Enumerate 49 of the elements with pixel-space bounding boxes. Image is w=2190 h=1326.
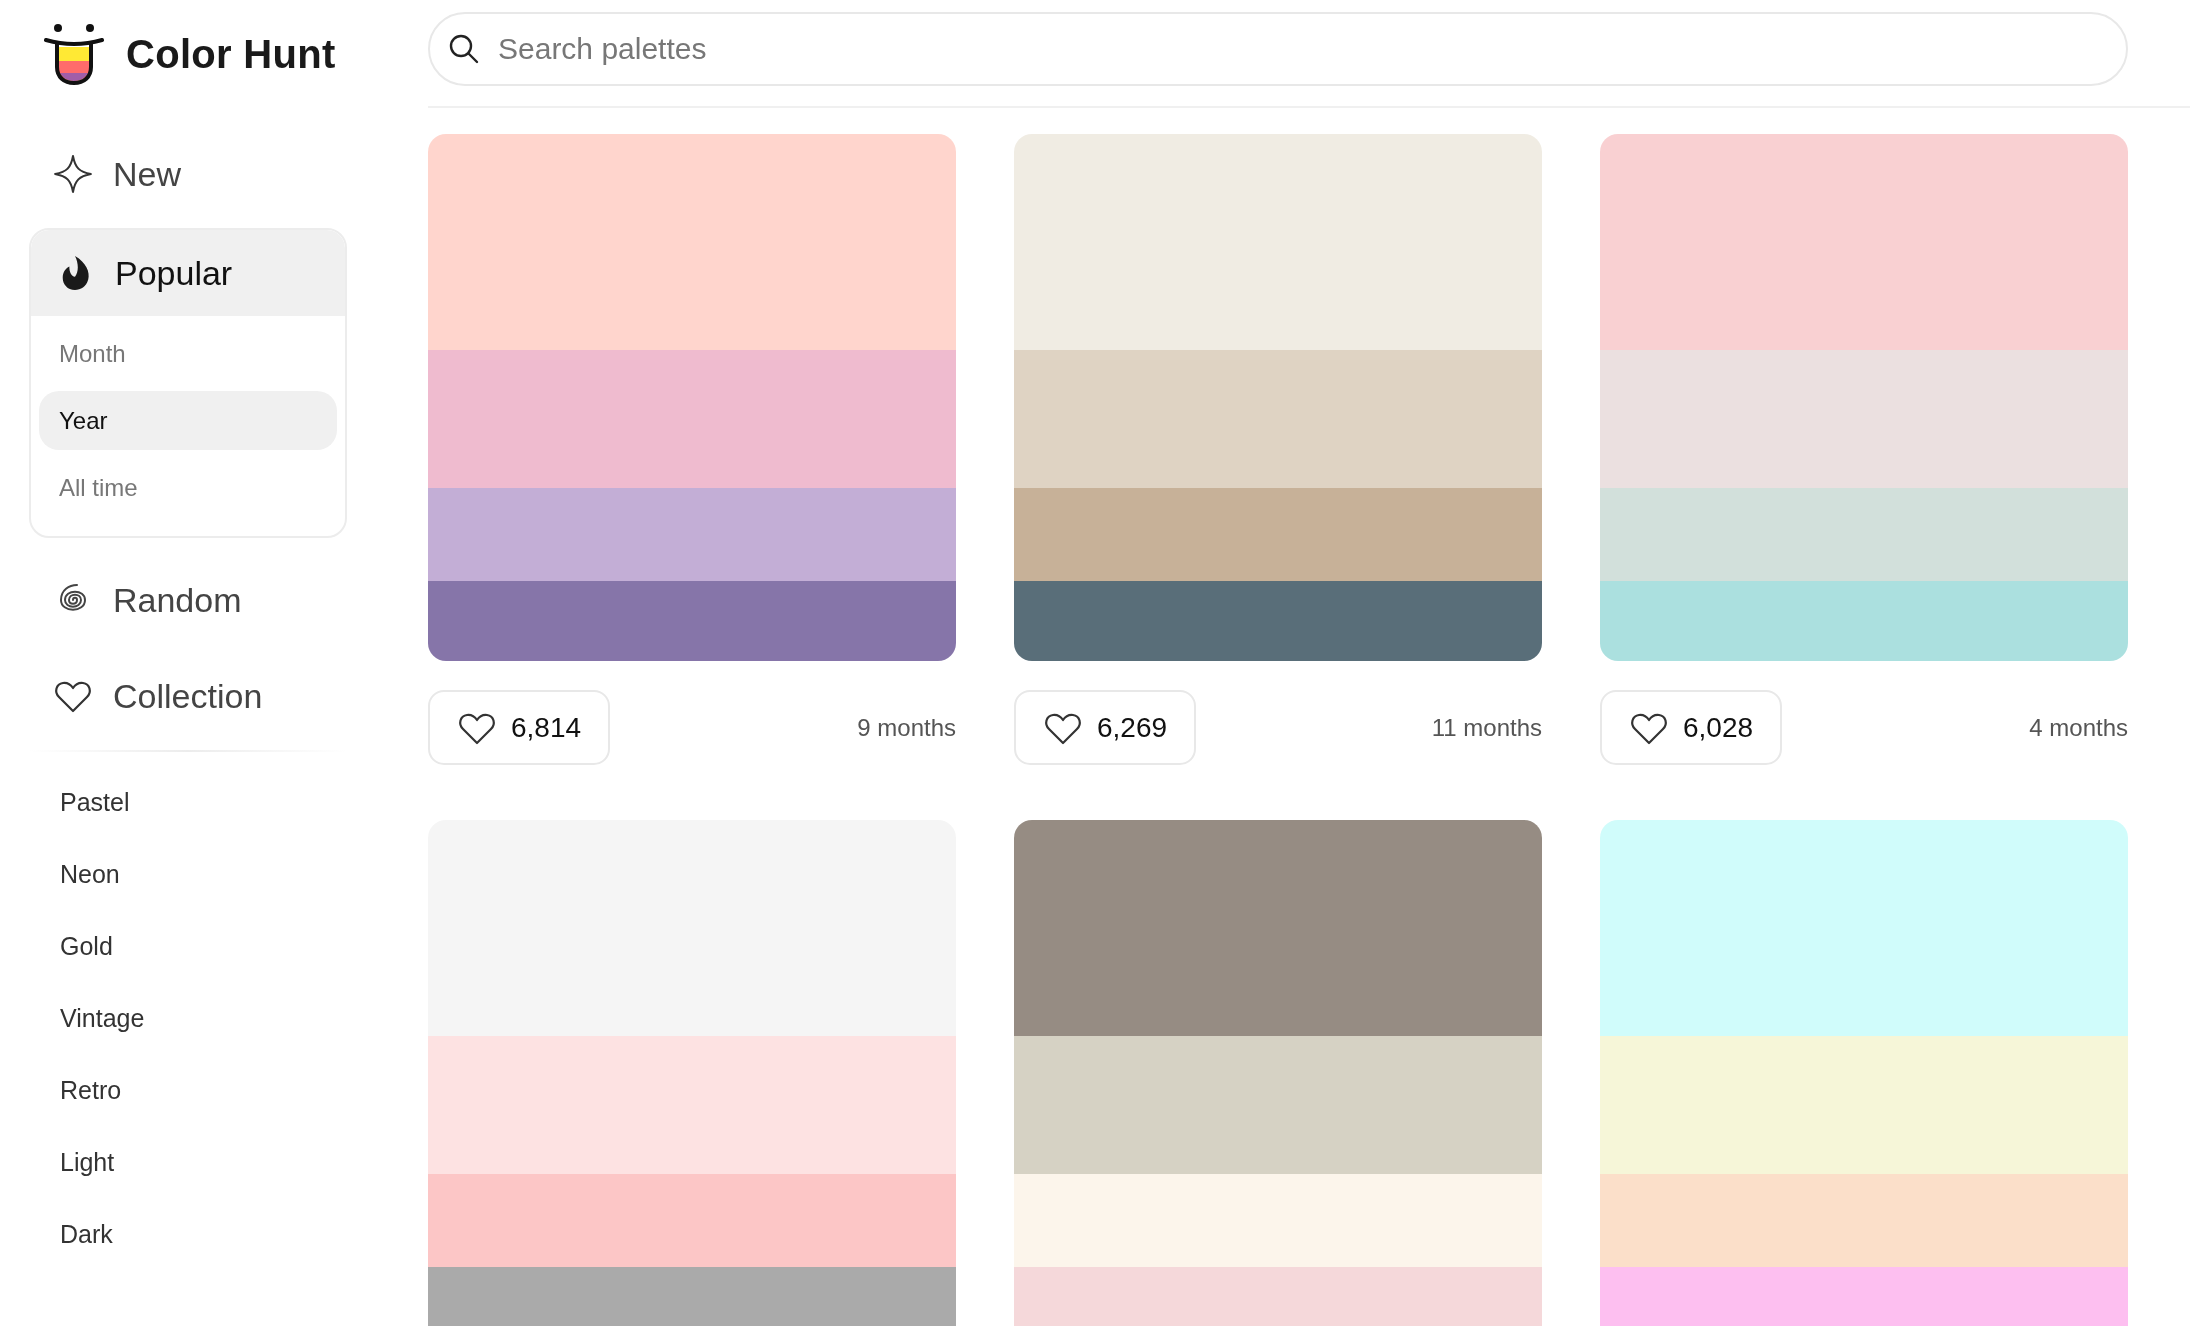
color-swatch[interactable] xyxy=(428,1174,956,1267)
submenu-item[interactable]: Month xyxy=(39,324,337,383)
color-swatch[interactable] xyxy=(1014,581,1542,661)
color-swatch[interactable] xyxy=(428,488,956,581)
age-label: 9 months xyxy=(857,713,956,742)
like-button[interactable]: 6,028 xyxy=(1600,690,1783,765)
nav-link[interactable]: New xyxy=(29,140,347,208)
color-swatch[interactable] xyxy=(1014,488,1542,581)
logo-text[interactable]: Color Hunt xyxy=(126,31,336,77)
color-swatch[interactable] xyxy=(1014,134,1542,350)
color-swatch[interactable] xyxy=(1600,1036,2128,1174)
tag-link[interactable]: Pastel xyxy=(29,766,130,838)
sparkle-icon xyxy=(52,153,94,195)
search-icon xyxy=(448,33,480,65)
color-swatch[interactable] xyxy=(1600,1267,2128,1326)
tag-link[interactable]: Light xyxy=(29,1126,115,1198)
color-swatch[interactable] xyxy=(1600,581,2128,661)
tag-link[interactable]: Dark xyxy=(29,1198,113,1270)
color-swatch[interactable] xyxy=(1014,1267,1542,1326)
age-label: 11 months xyxy=(1431,713,1542,742)
color-swatch[interactable] xyxy=(1600,1174,2128,1267)
nav-link[interactable]: Random xyxy=(29,566,347,634)
nav-link[interactable]: Collection xyxy=(29,662,347,730)
color-swatch[interactable] xyxy=(1600,488,2128,581)
like-button[interactable]: 6,814 xyxy=(428,690,611,765)
logo-icon xyxy=(44,22,104,86)
color-swatch[interactable] xyxy=(428,1036,956,1174)
submenu-item[interactable]: Year xyxy=(39,391,337,450)
color-swatch[interactable] xyxy=(1600,350,2128,488)
tag-link[interactable]: Retro xyxy=(29,1054,122,1126)
tag-link[interactable]: Gold xyxy=(29,910,113,982)
color-swatch[interactable] xyxy=(1014,350,1542,488)
tag-link[interactable]: Neon xyxy=(29,838,120,910)
submenu-item[interactable]: All time xyxy=(39,458,337,517)
color-swatch[interactable] xyxy=(1014,1036,1542,1174)
age-label: 4 months xyxy=(2029,713,2128,742)
search-field[interactable]: Search palettes xyxy=(428,12,2128,86)
color-swatch[interactable] xyxy=(1600,820,2128,1036)
color-swatch[interactable] xyxy=(1600,134,2128,350)
color-swatch[interactable] xyxy=(428,820,956,1036)
color-swatch[interactable] xyxy=(428,350,956,488)
color-swatch[interactable] xyxy=(428,581,956,661)
color-swatch[interactable] xyxy=(428,1267,956,1326)
color-swatch[interactable] xyxy=(1014,820,1542,1036)
nav-link[interactable]: Popular xyxy=(31,230,345,316)
color-swatch[interactable] xyxy=(1014,1174,1542,1267)
tag-link[interactable]: Vintage xyxy=(29,982,145,1054)
color-swatch[interactable] xyxy=(428,134,956,350)
like-button[interactable]: 6,269 xyxy=(1014,690,1197,765)
